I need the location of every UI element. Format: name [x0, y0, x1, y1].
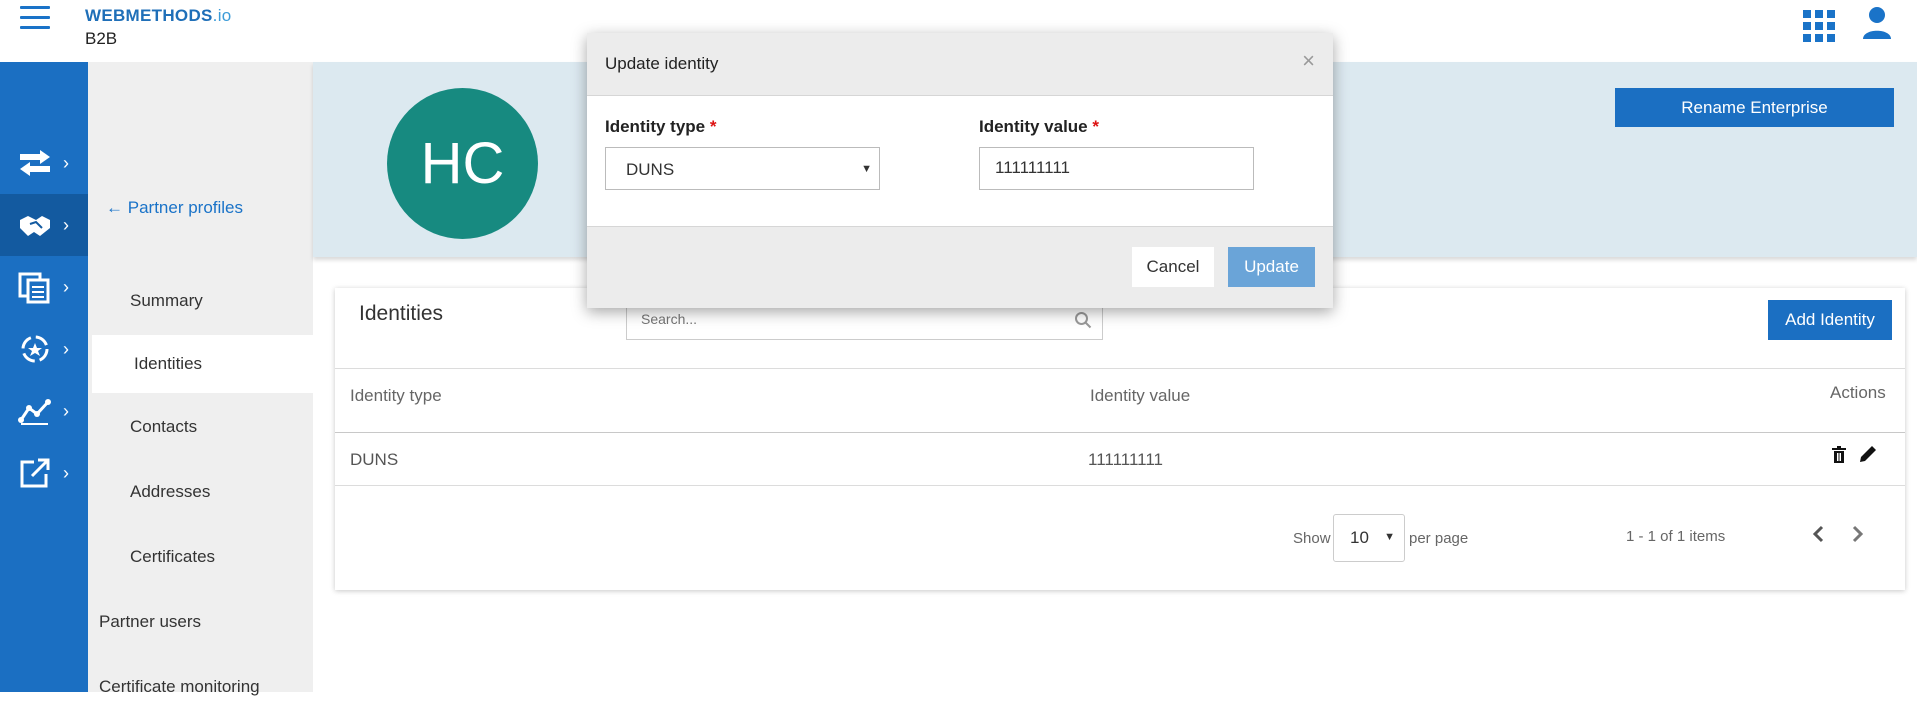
rename-enterprise-button[interactable]: Rename Enterprise [1615, 88, 1894, 127]
identity-type-label-text: Identity type [605, 117, 706, 136]
dialog-title: Update identity [605, 54, 719, 73]
divider [335, 485, 1905, 486]
dialog-header: Update identity × [587, 33, 1333, 96]
chevron-right-icon[interactable] [1850, 524, 1866, 544]
chevron-right-icon: › [63, 462, 69, 483]
close-icon[interactable]: × [1302, 48, 1315, 74]
caret-down-icon: ▼ [1384, 531, 1395, 543]
chevron-right-icon: › [63, 214, 69, 235]
rail-item-analytics[interactable]: › [0, 380, 88, 442]
rail-item-processes[interactable]: › [0, 318, 88, 380]
identity-type-cell: DUNS [350, 450, 399, 469]
rail-item-external[interactable]: › [0, 442, 88, 504]
enterprise-avatar: HC [387, 88, 538, 239]
subnav-item-certificate-monitoring[interactable]: Certificate monitoring [88, 658, 313, 716]
panel-title: Identities [359, 302, 444, 325]
chevron-right-icon: › [63, 400, 69, 421]
identity-value-cell: 111111111 [1088, 450, 1163, 469]
rail-item-documents[interactable]: › [0, 256, 88, 318]
update-button[interactable]: Update [1228, 247, 1315, 287]
divider [335, 432, 1905, 433]
product-name: B2B [85, 29, 118, 48]
per-page-value: 10 [1350, 528, 1369, 547]
subnav-item-identities[interactable]: Identities [92, 335, 313, 393]
show-label: Show [1293, 530, 1331, 547]
hamburger-menu-icon[interactable] [20, 6, 50, 32]
identity-type-select[interactable]: DUNS ▼ [605, 147, 880, 190]
per-page-label: per page [1409, 530, 1469, 547]
per-page-select[interactable]: 10 ▼ [1333, 514, 1405, 562]
user-icon[interactable] [1862, 6, 1892, 40]
chevron-right-icon: › [63, 338, 69, 359]
column-header-identity-value[interactable]: Identity value [1090, 386, 1190, 406]
brand-logo[interactable]: WEBMETHODS.io B2B [85, 6, 232, 49]
identity-value-label: Identity value * [979, 117, 1099, 137]
update-identity-dialog: Update identity × Identity type * Identi… [587, 33, 1333, 308]
identity-type-selected: DUNS [626, 160, 675, 179]
back-to-partner-profiles-link[interactable]: ← Partner profiles [106, 198, 243, 218]
subnav-item-contacts[interactable]: Contacts [88, 398, 313, 456]
identity-value-label-text: Identity value [979, 117, 1088, 136]
apps-grid-icon[interactable] [1803, 10, 1835, 42]
cancel-button[interactable]: Cancel [1132, 247, 1214, 287]
identity-value-field [979, 147, 1254, 190]
column-header-actions: Actions [1830, 383, 1886, 402]
dialog-footer: Cancel Update [587, 226, 1333, 308]
chevron-right-icon: › [63, 276, 69, 297]
arrow-left-icon: ← [106, 198, 123, 217]
chevron-left-icon[interactable] [1810, 524, 1826, 544]
documents-icon [18, 272, 50, 304]
delete-icon[interactable] [1829, 445, 1849, 465]
identity-value-input[interactable] [980, 148, 1240, 188]
pagination-range: 1 - 1 of 1 items [1626, 528, 1726, 545]
sub-navigation: ← Partner profiles Summary Identities Co… [88, 62, 313, 696]
rail-item-transfers[interactable]: › [0, 132, 88, 194]
analytics-icon [18, 399, 51, 425]
chevron-right-icon: › [63, 152, 69, 173]
identity-type-label: Identity type * [605, 117, 716, 137]
subnav-item-partner-users[interactable]: Partner users [88, 593, 313, 651]
left-rail: › › › › › › [0, 62, 88, 692]
search-icon[interactable] [1074, 311, 1092, 329]
subnav-item-summary[interactable]: Summary [88, 272, 313, 330]
handshake-icon [20, 216, 50, 236]
divider [335, 368, 1905, 369]
process-icon [21, 335, 49, 363]
required-mark: * [709, 117, 717, 136]
subnav-item-addresses[interactable]: Addresses [88, 463, 313, 521]
column-header-identity-type[interactable]: Identity type [350, 386, 442, 406]
brand-suffix: .io [212, 6, 232, 25]
required-mark: * [1092, 117, 1099, 136]
brand-name: WEBMETHODS [85, 6, 213, 25]
rail-item-partners[interactable]: › [0, 194, 88, 256]
external-link-icon [20, 458, 50, 488]
back-link-label: Partner profiles [127, 198, 244, 217]
transfer-icon [20, 150, 50, 176]
subnav-item-certificates[interactable]: Certificates [88, 528, 313, 586]
caret-down-icon: ▼ [861, 163, 872, 175]
edit-pencil-icon[interactable] [1858, 444, 1878, 464]
add-identity-button[interactable]: Add Identity [1768, 300, 1892, 340]
